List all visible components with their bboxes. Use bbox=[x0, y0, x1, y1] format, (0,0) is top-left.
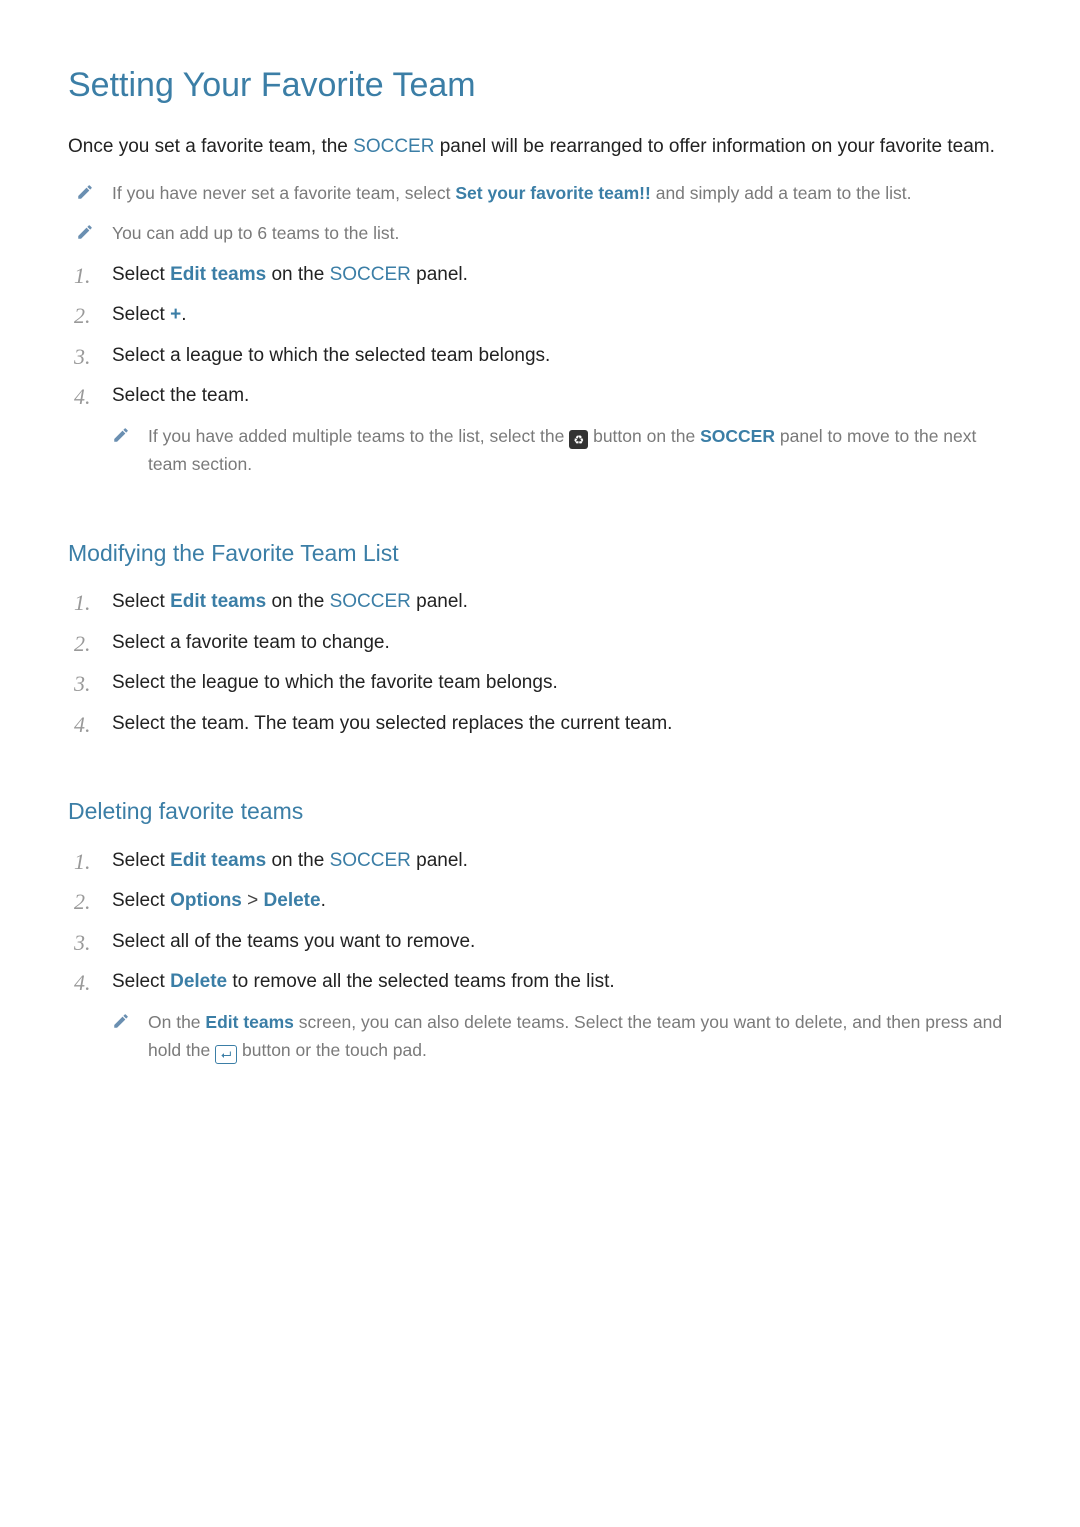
step-text: Select a league to which the selected te… bbox=[112, 345, 550, 366]
step-item: 2. Select a favorite team to change. bbox=[68, 623, 1012, 664]
pen-icon bbox=[112, 426, 130, 444]
t: On the bbox=[148, 1012, 205, 1032]
soccer-keyword: SOCCER bbox=[330, 850, 411, 871]
step-text: Select Options > Delete. bbox=[112, 890, 326, 911]
step-item: 3. Select all of the teams you want to r… bbox=[68, 922, 1012, 963]
t: panel. bbox=[411, 264, 468, 285]
breadcrumb-separator: > bbox=[242, 890, 264, 911]
pen-icon bbox=[76, 223, 94, 241]
soccer-keyword: SOCCER bbox=[330, 591, 411, 612]
step-text: Select +. bbox=[112, 304, 186, 325]
step-item: 1. Select Edit teams on the SOCCER panel… bbox=[68, 255, 1012, 296]
step-number: 2. bbox=[74, 627, 102, 660]
step-number: 1. bbox=[74, 586, 102, 619]
step-item: 4. Select the team. The team you selecte… bbox=[68, 704, 1012, 745]
step-item: 2. Select +. bbox=[68, 295, 1012, 336]
step-text: Select Delete to remove all the selected… bbox=[112, 971, 615, 992]
step-number: 3. bbox=[74, 667, 102, 700]
intro-notes-list: If you have never set a favorite team, s… bbox=[68, 174, 1012, 255]
step-number: 2. bbox=[74, 299, 102, 332]
note-text-2: and simply add a team to the list. bbox=[651, 183, 912, 203]
step-text: Select all of the teams you want to remo… bbox=[112, 931, 475, 952]
step-text: Select the team. The team you selected r… bbox=[112, 713, 672, 734]
edit-teams-keyword: Edit teams bbox=[170, 591, 266, 612]
enter-button-icon: ⮠ bbox=[215, 1045, 237, 1064]
step-item: 4. Select the team. bbox=[68, 376, 1012, 417]
delete-keyword: Delete bbox=[264, 890, 321, 911]
t: on the bbox=[266, 850, 329, 871]
t: Select bbox=[112, 850, 170, 871]
section2-title: Modifying the Favorite Team List bbox=[68, 536, 1012, 571]
step-subnote: If you have added multiple teams to the … bbox=[68, 417, 1012, 486]
step-item: 1. Select Edit teams on the SOCCER panel… bbox=[68, 841, 1012, 882]
step-number: 4. bbox=[74, 708, 102, 741]
note-item: You can add up to 6 teams to the list. bbox=[68, 214, 1012, 255]
remote-refresh-icon: ♻ bbox=[569, 430, 588, 449]
step-number: 1. bbox=[74, 259, 102, 292]
page-title: Setting Your Favorite Team bbox=[68, 60, 1012, 111]
options-keyword: Options bbox=[170, 890, 242, 911]
step-text: Select the league to which the favorite … bbox=[112, 672, 558, 693]
t: panel. bbox=[411, 850, 468, 871]
note-text-1: If you have never set a favorite team, s… bbox=[112, 183, 455, 203]
t: Select bbox=[112, 591, 170, 612]
set-favorite-team-keyword: Set your favorite team!! bbox=[455, 183, 650, 203]
intro-text-2: panel will be rearranged to offer inform… bbox=[434, 136, 994, 157]
subnote-text: If you have added multiple teams to the … bbox=[148, 426, 976, 475]
intro-text-1: Once you set a favorite team, the bbox=[68, 136, 353, 157]
soccer-keyword: SOCCER bbox=[330, 264, 411, 285]
t: button or the touch pad. bbox=[237, 1040, 427, 1060]
subnote-text: On the Edit teams screen, you can also d… bbox=[148, 1012, 1002, 1061]
t: . bbox=[181, 304, 186, 325]
step-text: Select Edit teams on the SOCCER panel. bbox=[112, 264, 468, 285]
t: Select bbox=[112, 890, 170, 911]
intro-paragraph: Once you set a favorite team, the SOCCER… bbox=[68, 133, 1012, 162]
step-item: 2. Select Options > Delete. bbox=[68, 881, 1012, 922]
edit-teams-keyword: Edit teams bbox=[170, 850, 266, 871]
t: Select bbox=[112, 971, 170, 992]
t: . bbox=[321, 890, 326, 911]
section2-steps: 1. Select Edit teams on the SOCCER panel… bbox=[68, 582, 1012, 744]
section3-steps: 1. Select Edit teams on the SOCCER panel… bbox=[68, 841, 1012, 1072]
soccer-keyword: SOCCER bbox=[700, 426, 775, 446]
t: Select bbox=[112, 264, 170, 285]
step-text: Select the team. bbox=[112, 385, 249, 406]
delete-keyword: Delete bbox=[170, 971, 227, 992]
step-item: 3. Select the league to which the favori… bbox=[68, 663, 1012, 704]
t: Select bbox=[112, 304, 170, 325]
step-number: 4. bbox=[74, 380, 102, 413]
step-number: 2. bbox=[74, 885, 102, 918]
edit-teams-keyword: Edit teams bbox=[205, 1012, 294, 1032]
step-number: 3. bbox=[74, 926, 102, 959]
step-item: 3. Select a league to which the selected… bbox=[68, 336, 1012, 377]
step-number: 1. bbox=[74, 845, 102, 878]
step-number: 3. bbox=[74, 340, 102, 373]
soccer-keyword: SOCCER bbox=[353, 136, 434, 157]
t: panel. bbox=[411, 591, 468, 612]
note-text: If you have never set a favorite team, s… bbox=[112, 183, 912, 203]
pen-icon bbox=[76, 183, 94, 201]
t: If you have added multiple teams to the … bbox=[148, 426, 569, 446]
step-item: 1. Select Edit teams on the SOCCER panel… bbox=[68, 582, 1012, 623]
step-item: 4. Select Delete to remove all the selec… bbox=[68, 962, 1012, 1003]
pen-icon bbox=[112, 1012, 130, 1030]
section3-title: Deleting favorite teams bbox=[68, 794, 1012, 829]
step-number: 4. bbox=[74, 966, 102, 999]
step-text: Select a favorite team to change. bbox=[112, 632, 390, 653]
t: on the bbox=[266, 264, 329, 285]
plus-keyword: + bbox=[170, 304, 181, 325]
document-page: Setting Your Favorite Team Once you set … bbox=[0, 0, 1080, 1527]
step-subnote: On the Edit teams screen, you can also d… bbox=[68, 1003, 1012, 1072]
note-item: If you have never set a favorite team, s… bbox=[68, 174, 1012, 215]
t: on the bbox=[266, 591, 329, 612]
step-text: Select Edit teams on the SOCCER panel. bbox=[112, 850, 468, 871]
edit-teams-keyword: Edit teams bbox=[170, 264, 266, 285]
t: button on the bbox=[588, 426, 700, 446]
note-text: You can add up to 6 teams to the list. bbox=[112, 223, 399, 243]
section1-steps: 1. Select Edit teams on the SOCCER panel… bbox=[68, 255, 1012, 486]
step-text: Select Edit teams on the SOCCER panel. bbox=[112, 591, 468, 612]
t: to remove all the selected teams from th… bbox=[227, 971, 615, 992]
